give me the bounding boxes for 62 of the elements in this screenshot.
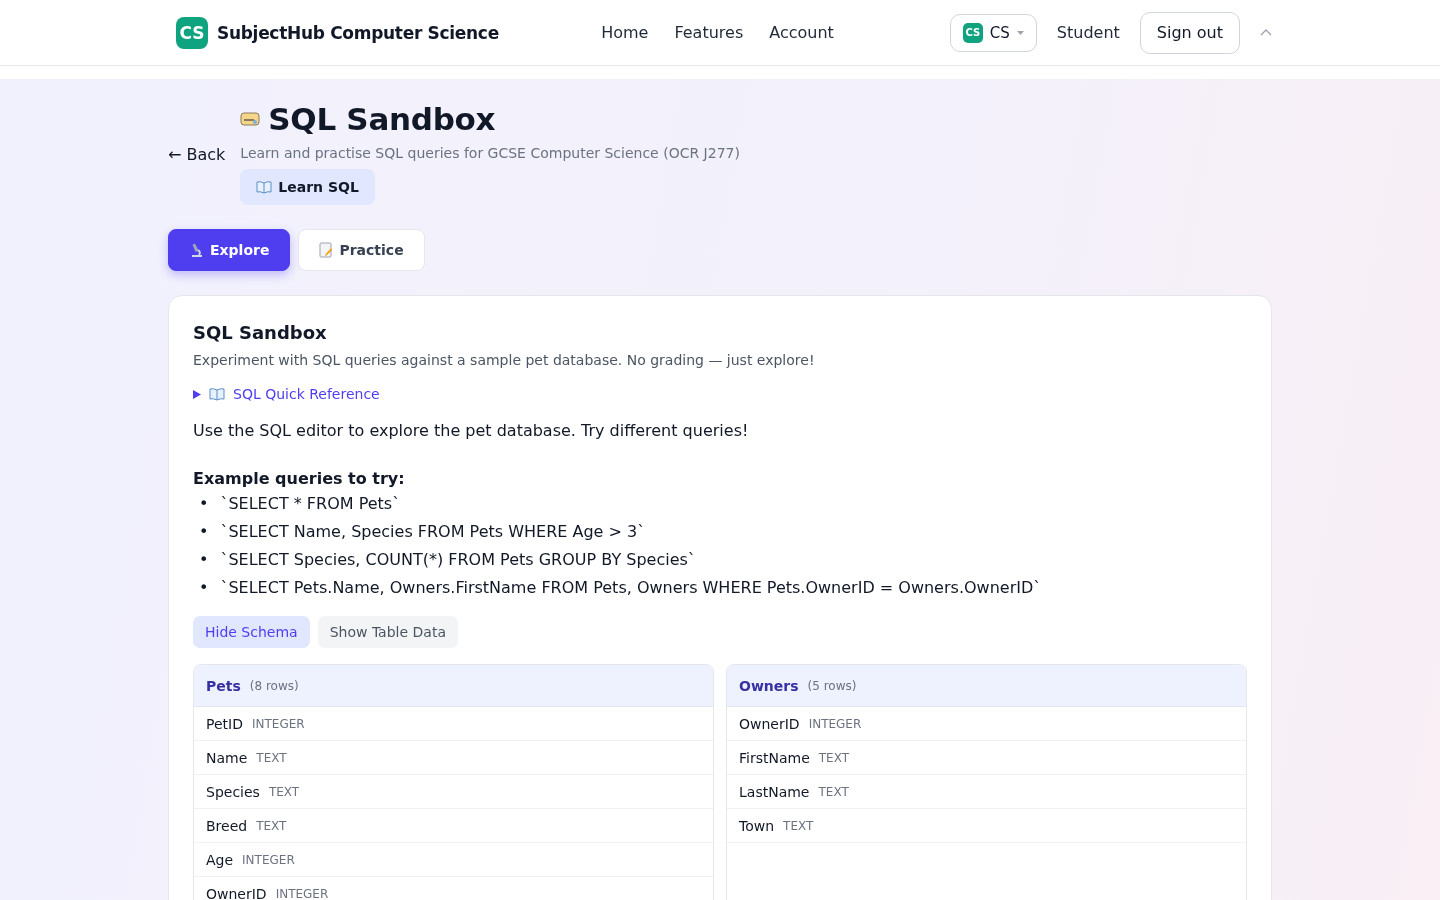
row-count: (8 rows) bbox=[249, 678, 299, 693]
column-type: INTEGER bbox=[251, 716, 305, 731]
disclosure-icon bbox=[193, 389, 201, 399]
bullet: • bbox=[199, 494, 209, 514]
column-type: INTEGER bbox=[275, 886, 329, 900]
schema-toggle-button[interactable]: Show Table Data bbox=[317, 616, 458, 648]
column-name: OwnerID bbox=[739, 715, 800, 732]
card-icon bbox=[240, 111, 261, 127]
column-type: TEXT bbox=[818, 784, 849, 799]
book-icon bbox=[256, 180, 273, 194]
column-type: TEXT bbox=[818, 750, 850, 765]
card-title: SQL Sandbox bbox=[193, 322, 328, 343]
bullet: • bbox=[199, 522, 209, 542]
column-type: TEXT bbox=[256, 750, 287, 765]
page-subtitle: Learn and practise SQL queries for GCSE Computer Science (OCR J277) bbox=[240, 145, 740, 161]
subject-mark: CS bbox=[962, 22, 983, 43]
mode-tab[interactable]: Explore bbox=[168, 229, 291, 271]
book-icon bbox=[209, 387, 225, 401]
intro-text: Use the SQL editor to explore the pet database. Try different queries! bbox=[193, 421, 750, 440]
column-type: INTEGER bbox=[242, 852, 295, 867]
column-name: LastName bbox=[739, 783, 810, 800]
subject-selector[interactable]: CS CS bbox=[949, 13, 1037, 52]
column-name: FirstName bbox=[739, 749, 810, 766]
example-query: `SELECT * FROM Pets` bbox=[220, 494, 401, 514]
table-name: Owners bbox=[739, 677, 799, 694]
column-name: Town bbox=[739, 817, 775, 834]
example-query: `SELECT Pets.Name, Owners.FirstName FROM Pets, Owners WHERE Pets.OwnerID = Owners.OwnerID` bbox=[220, 578, 1042, 598]
column-name: OwnerID bbox=[206, 885, 267, 900]
column-type: TEXT bbox=[256, 818, 287, 833]
column-name: Breed bbox=[206, 817, 248, 834]
microscope-icon bbox=[189, 242, 204, 258]
back-link[interactable]: ← Back bbox=[168, 145, 226, 167]
table-name: Pets bbox=[206, 677, 241, 694]
caret-icon bbox=[1016, 30, 1024, 35]
brand-name: SubjectHub Computer Science bbox=[217, 22, 499, 43]
schema-toggle-button[interactable]: Hide Schema bbox=[193, 616, 310, 648]
row-count: (5 rows) bbox=[807, 678, 857, 693]
column-name: Name bbox=[206, 749, 248, 766]
card-description: Experiment with SQL queries against a sample pet database. No grading — just explore! bbox=[193, 352, 816, 368]
column-name: PetID bbox=[206, 715, 243, 732]
column-type: TEXT bbox=[268, 784, 300, 799]
column-name: Age bbox=[206, 851, 234, 868]
example-query: `SELECT Species, COUNT(*) FROM Pets GROUP BY Species` bbox=[220, 550, 696, 570]
nav-link[interactable]: Account bbox=[769, 23, 834, 42]
examples-heading: Example queries to try: bbox=[193, 469, 406, 488]
quick-reference-toggle[interactable]: SQL Quick Reference bbox=[193, 386, 380, 402]
sign-out-button[interactable]: Sign out bbox=[1139, 11, 1240, 54]
column-type: TEXT bbox=[783, 818, 814, 833]
column-type: INTEGER bbox=[808, 716, 862, 731]
user-role: Student bbox=[1056, 23, 1120, 42]
bullet: • bbox=[199, 550, 209, 570]
example-query: `SELECT Name, Species FROM Pets WHERE Age > 3` bbox=[220, 522, 646, 542]
collapse-icon[interactable] bbox=[1260, 29, 1272, 36]
bullet: • bbox=[199, 578, 209, 598]
nav-link[interactable]: Features bbox=[674, 23, 744, 42]
page-title: SQL Sandbox bbox=[268, 101, 496, 137]
memo-icon bbox=[319, 242, 334, 258]
mode-tab[interactable]: Practice bbox=[298, 229, 425, 271]
learn-sql-button[interactable]: Learn SQL bbox=[240, 169, 375, 205]
column-name: Species bbox=[206, 783, 260, 800]
nav-link[interactable]: Home bbox=[601, 23, 649, 42]
logo-mark: CS bbox=[176, 16, 208, 49]
